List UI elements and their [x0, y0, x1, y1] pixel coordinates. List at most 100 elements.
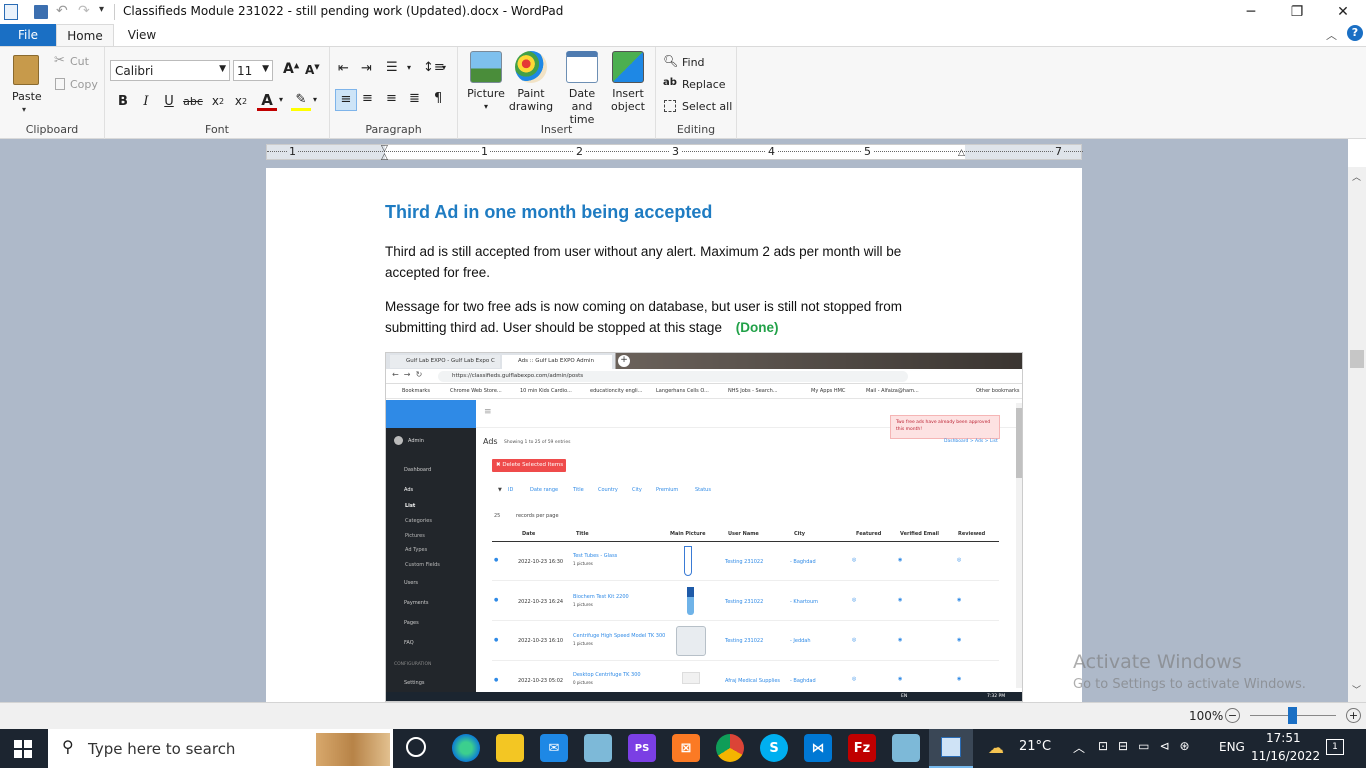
tray-icons[interactable]: ⊡⊟▭⊲⊛ [1098, 739, 1200, 753]
bookmark[interactable]: NHS Jobs - Search... [728, 388, 778, 394]
column-header[interactable]: Featured [856, 531, 881, 537]
reviewed-toggle-icon[interactable]: ◉ [957, 676, 961, 682]
taskbar-search[interactable]: ⚲ Type here to search [48, 729, 393, 768]
per-page-select[interactable]: 25 [494, 513, 500, 519]
zoom-slider-thumb[interactable] [1288, 707, 1297, 724]
verified-toggle-icon[interactable]: ◉ [898, 597, 902, 603]
featured-toggle-icon[interactable]: ◎ [852, 597, 856, 603]
table-row[interactable]: ● 2022-10-23 16:24 Biochem Test Kit 2200… [492, 582, 999, 621]
breadcrumb[interactable]: Dashboard > Ads > List [944, 439, 998, 444]
delete-selected-button[interactable]: ✖ Delete Selected Items [492, 459, 566, 472]
row-user[interactable]: Testing 231022 [725, 638, 763, 644]
paragraph-settings-icon[interactable]: ¶ [434, 91, 442, 106]
featured-toggle-icon[interactable]: ◎ [852, 676, 856, 682]
sidebar-item-list[interactable]: List [405, 503, 415, 509]
app-icon[interactable] [584, 734, 612, 762]
new-tab-icon[interactable]: + [618, 355, 630, 367]
align-center-icon[interactable]: ≡ [362, 91, 373, 106]
shrink-font-icon[interactable]: A▼ [305, 63, 320, 77]
column-header[interactable]: User Name [728, 531, 759, 537]
row-title[interactable]: Desktop Centrifuge TK 300 [573, 672, 641, 678]
expand-icon[interactable]: ● [494, 677, 498, 683]
task-view-icon[interactable] [406, 737, 426, 757]
column-header[interactable]: Title [576, 531, 589, 537]
italic-icon[interactable]: I [136, 91, 156, 111]
tab-view[interactable]: View [116, 24, 168, 46]
featured-toggle-icon[interactable]: ◎ [852, 557, 856, 563]
tab-home[interactable]: Home [56, 24, 114, 47]
filezilla-icon[interactable]: Fz [848, 734, 876, 762]
bookmark[interactable]: educationcity engli... [590, 388, 642, 394]
reviewed-toggle-icon[interactable]: ◉ [957, 597, 961, 603]
help-icon[interactable]: ? [1347, 25, 1363, 41]
skype-icon[interactable]: S [760, 734, 788, 762]
wordpad-taskbar-button[interactable] [929, 729, 973, 768]
bookmark[interactable]: My Apps HMC [811, 388, 845, 394]
sidebar-item-custom-fields[interactable]: Custom Fields [405, 562, 440, 568]
zoom-out-icon[interactable]: − [1225, 708, 1240, 723]
column-header[interactable]: Reviewed [958, 531, 985, 537]
ruler[interactable]: 1 ▽ △ 1 2 3 4 5 △ 7 [266, 144, 1083, 162]
right-indent-marker-icon[interactable]: △ [958, 148, 965, 158]
expand-icon[interactable]: ● [494, 637, 498, 643]
vscode-icon[interactable]: ⋈ [804, 734, 832, 762]
picture-button[interactable]: Picture ▾ [464, 51, 508, 113]
subscript-icon[interactable]: x2 [208, 91, 228, 111]
input-language[interactable]: ENG [1219, 740, 1245, 754]
row-user[interactable]: Testing 231022 [725, 599, 763, 605]
bold-icon[interactable]: B [113, 91, 133, 111]
bullets-icon[interactable]: ☰ [386, 60, 398, 75]
find-button[interactable]: Find [682, 56, 705, 69]
row-title[interactable]: Centrifuge High Speed Model TK 300 [573, 633, 665, 639]
featured-toggle-icon[interactable]: ◎ [852, 637, 856, 643]
row-city[interactable]: - Baghdad [790, 678, 816, 684]
paste-button[interactable]: Paste [12, 90, 42, 103]
notification-icon[interactable]: 1 [1326, 739, 1344, 755]
cut-button[interactable]: Cut [70, 55, 89, 68]
column-header[interactable]: City [794, 531, 805, 537]
column-header[interactable]: Main Picture [670, 531, 706, 537]
increase-indent-icon[interactable]: ⇥ [361, 61, 372, 76]
expand-icon[interactable]: ● [494, 597, 498, 603]
sidebar-item-payments[interactable]: Payments [404, 600, 429, 606]
filter-country[interactable]: Country [598, 487, 618, 493]
strikethrough-icon[interactable]: abc [183, 91, 203, 111]
reviewed-toggle-icon[interactable]: ◉ [957, 637, 961, 643]
select-all-button[interactable]: Select all [682, 100, 732, 113]
restore-button[interactable]: ❐ [1274, 0, 1320, 24]
replace-button[interactable]: Replace [682, 78, 726, 91]
verified-toggle-icon[interactable]: ◉ [898, 637, 902, 643]
clock-date[interactable]: 11/16/2022 [1251, 749, 1320, 763]
sidebar-item-settings[interactable]: Settings [404, 680, 425, 686]
nav-buttons-icon[interactable]: ← → ↻ [392, 370, 422, 379]
align-left-icon[interactable]: ≡ [335, 89, 357, 111]
font-family-select[interactable]: Calibri ▼ [110, 60, 230, 81]
highlight-icon[interactable]: ✎ [291, 91, 311, 111]
bookmark[interactable]: 10 min Kids Cardio... [520, 388, 572, 394]
row-city[interactable]: - Khartoum [790, 599, 818, 605]
close-button[interactable]: ✕ [1320, 0, 1366, 24]
clock-time[interactable]: 17:51 [1266, 731, 1301, 745]
sidebar-item-faq[interactable]: FAQ [404, 640, 414, 646]
align-right-icon[interactable]: ≡ [386, 91, 397, 106]
table-row[interactable]: ● 2022-10-23 16:10 Centrifuge High Speed… [492, 622, 999, 661]
weather-icon[interactable]: ☁ [988, 738, 1004, 757]
sidebar-item-dashboard[interactable]: Dashboard [404, 467, 431, 473]
collapse-ribbon-icon[interactable]: ︿ [1326, 27, 1337, 43]
superscript-icon[interactable]: x2 [231, 91, 251, 111]
bookmark[interactable]: Mail - Alfaiza@ham... [866, 388, 919, 394]
scroll-down-icon[interactable]: ﹀ [1352, 683, 1361, 696]
row-title[interactable]: Test Tubes - Glass [573, 553, 617, 559]
insert-object-button[interactable]: Insert object [608, 51, 648, 113]
verified-toggle-icon[interactable]: ◉ [898, 676, 902, 682]
copy-icon[interactable] [55, 78, 65, 90]
edge-icon[interactable] [452, 734, 480, 762]
browser-tab-active[interactable]: Ads :: Gulf Lab EXPO Admin [502, 355, 612, 369]
url-field[interactable]: https://classifieds.gulflabexpo.com/admi… [438, 371, 908, 382]
row-city[interactable]: - Jeddah [790, 638, 811, 644]
grow-font-icon[interactable]: A▲ [283, 61, 299, 77]
sidebar-item-pages[interactable]: Pages [404, 620, 419, 626]
bookmark[interactable]: Langerhans Cells O... [656, 388, 709, 394]
justify-icon[interactable]: ≣ [409, 91, 420, 106]
filter-id[interactable]: ID [508, 487, 513, 493]
